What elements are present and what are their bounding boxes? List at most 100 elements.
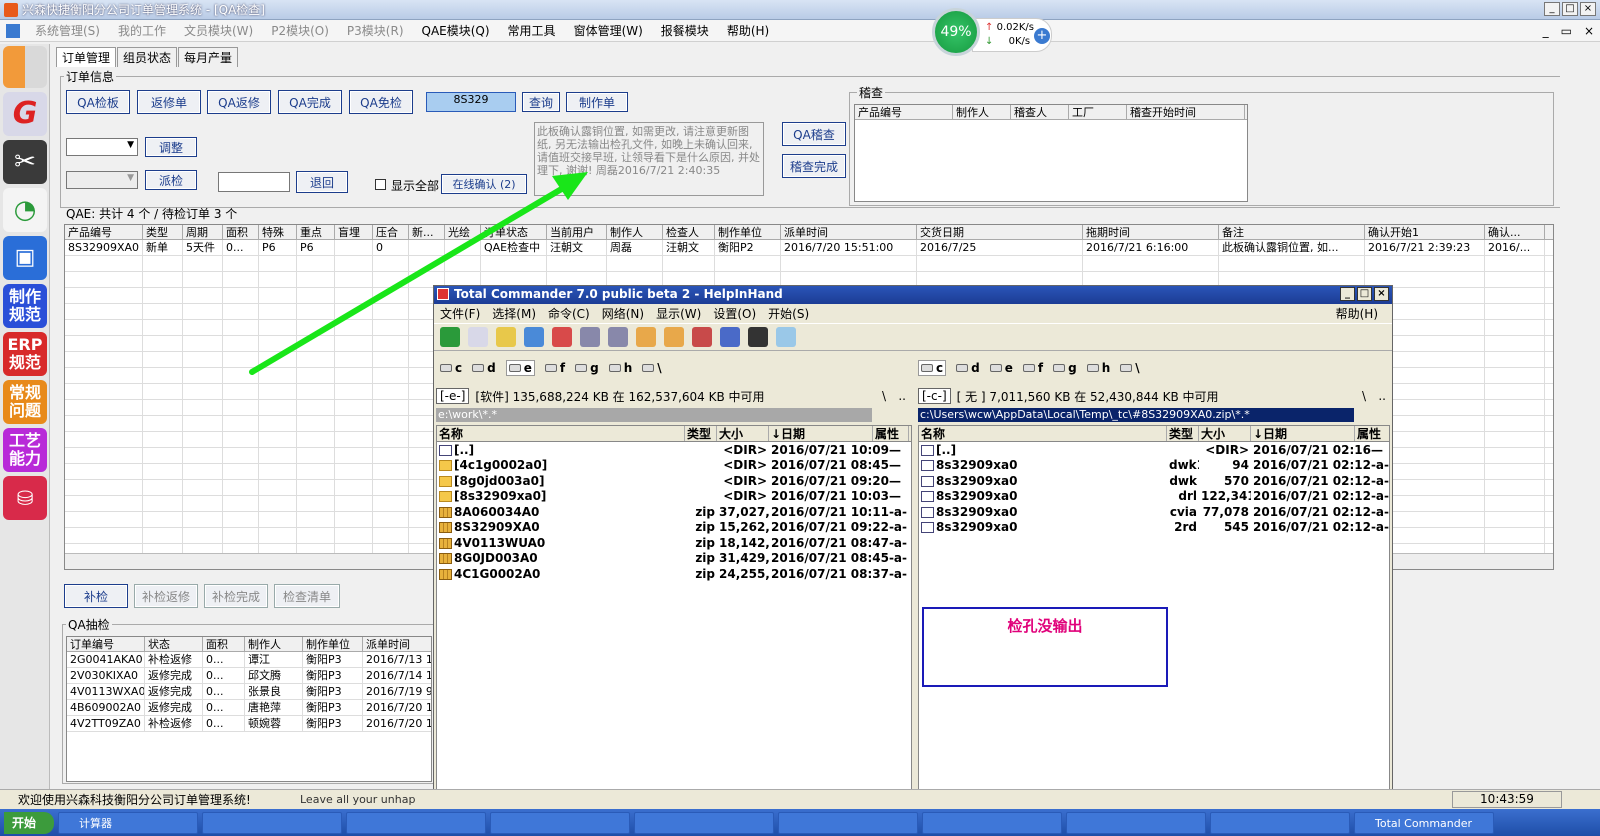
tc-menu-item-3[interactable]: 网络(N) (602, 305, 644, 322)
forward-icon[interactable] (608, 327, 628, 347)
taskbar-item-2[interactable] (346, 811, 486, 834)
drive-button-g[interactable]: g (575, 360, 599, 376)
boost-button[interactable]: + (1034, 28, 1050, 44)
tree-view-icon[interactable] (496, 327, 516, 347)
recheck-return-button[interactable]: 补检返修 (134, 584, 198, 608)
file-row[interactable]: 8G0JD003A0 zip 31,429,2682016/07/21 08:45-… (437, 551, 911, 567)
left-col-1[interactable]: 类型 (685, 426, 717, 441)
pack-icon[interactable] (636, 327, 656, 347)
back-icon[interactable] (580, 327, 600, 347)
order-number-input[interactable]: 8S329 (426, 92, 516, 112)
tc-menu-help[interactable]: 帮助(H) (1336, 305, 1378, 322)
select-icon[interactable] (552, 327, 572, 347)
file-row[interactable]: 8S32909XA0 zip 15,262,3562016/07/21 09:22-… (437, 520, 911, 536)
tab-order-management[interactable]: 订单管理 (56, 47, 117, 67)
drive-button-e[interactable]: e (505, 360, 535, 376)
right-col-1[interactable]: 类型 (1167, 426, 1199, 441)
tc-close-button[interactable]: × (1374, 287, 1389, 301)
qa-board-button[interactable]: QA检板 (66, 90, 130, 114)
recheck-done-button[interactable]: 补检完成 (204, 584, 268, 608)
menu-item-9[interactable]: 帮助(H) (718, 22, 778, 39)
drive-button-c[interactable]: c (918, 360, 947, 376)
mdi-restore-button[interactable]: ▭ (1561, 24, 1572, 38)
select-dropdown-1[interactable]: ▼ (66, 138, 138, 156)
ftp-icon[interactable] (692, 327, 712, 347)
qa-exempt-button[interactable]: QA免检 (349, 90, 413, 114)
tc-minimize-button[interactable]: _ (1340, 287, 1355, 301)
tools-icon[interactable]: ✂ (3, 140, 47, 184)
menu-item-8[interactable]: 报餐模块 (652, 22, 718, 39)
right-col-2[interactable]: 大小 (1199, 426, 1251, 441)
tc-menu-item-5[interactable]: 设置(O) (713, 305, 756, 322)
brief-view-icon[interactable] (468, 327, 488, 347)
menu-item-7[interactable]: 窗体管理(W) (565, 22, 652, 39)
taskbar-item-5[interactable] (778, 811, 918, 834)
taskbar-item-9[interactable]: Total Commander (1354, 811, 1494, 834)
taskbar-item-6[interactable] (922, 811, 1062, 834)
menu-item-6[interactable]: 常用工具 (499, 22, 565, 39)
drive-button-d[interactable]: d (472, 360, 496, 376)
menu-item-5[interactable]: QAE模块(Q) (413, 22, 499, 39)
table-row[interactable]: 4V2TT09ZA0 补检返修 0... 顿婉蓉 衡阳P3 2016/7/20 1 (67, 716, 431, 732)
save-icon[interactable]: ▣ (3, 236, 47, 280)
table-row[interactable]: 2V030KIXA0 返修完成 0... 邱文腾 衡阳P3 2016/7/14 1 (67, 668, 431, 684)
tab-member-status[interactable]: 组员状态 (117, 47, 178, 67)
sidebar-item-erp[interactable]: ERP规范 (3, 332, 47, 376)
qa-return-button[interactable]: QA返修 (207, 90, 271, 114)
drive-button-f[interactable]: f (544, 360, 565, 376)
drive-button-e[interactable]: e (989, 360, 1013, 376)
tc-menu-item-0[interactable]: 文件(F) (440, 305, 480, 322)
left-root-button[interactable]: \ (882, 389, 886, 403)
return-repair-button[interactable]: 返修单 (137, 90, 201, 114)
right-parent-button[interactable]: .. (1378, 389, 1386, 403)
sidebar-toggle-icon[interactable] (3, 46, 47, 88)
table-row[interactable]: 4V0113WXA0 返修完成 0... 张景良 衡阳P3 2016/7/19 9 (67, 684, 431, 700)
taskbar-item-4[interactable] (634, 811, 774, 834)
file-row[interactable]: 8s32909xa0 dwk 570 2016/07/21 02:12-a- (919, 473, 1389, 489)
qa-sample-grid[interactable]: 订单编号 状态 面积 制作人 制作单位 派单时间 2G0041AKA0 补检返修 0... 谭江… (66, 636, 432, 782)
tc-maximize-button[interactable]: □ (1357, 287, 1372, 301)
file-row[interactable]: [4c1g0002a0] <DIR> 2016/07/21 08:45— (437, 458, 911, 474)
notepad-icon[interactable] (776, 327, 796, 347)
drive-button-g[interactable]: g (1053, 360, 1077, 376)
qa-done-button[interactable]: QA完成 (278, 90, 342, 114)
start-button[interactable]: 开始 (4, 811, 54, 834)
query-button[interactable]: 查询 (522, 92, 560, 112)
close-button[interactable]: × (1580, 2, 1596, 16)
sidebar-item-spec[interactable]: 制作规范 (3, 284, 47, 328)
menu-item-4[interactable]: P3模块(R) (338, 22, 413, 39)
left-col-3[interactable]: ↓日期 (769, 426, 873, 441)
left-parent-button[interactable]: .. (898, 389, 906, 403)
mdi-close-button[interactable]: × (1584, 24, 1594, 38)
left-col-2[interactable]: 大小 (717, 426, 769, 441)
right-col-0[interactable]: 名称 (919, 426, 1167, 441)
left-col-4[interactable]: 属性 (873, 426, 909, 441)
drive-button-c[interactable]: c (440, 360, 462, 376)
drive-button-root[interactable]: \ (1120, 360, 1140, 376)
binoculars-icon[interactable] (748, 327, 768, 347)
right-col-3[interactable]: ↓日期 (1251, 426, 1355, 441)
menu-item-1[interactable]: 我的工作 (109, 22, 175, 39)
sidebar-item-capability[interactable]: 工艺能力 (3, 428, 47, 472)
file-row[interactable]: [8s32909xa0] <DIR> 2016/07/21 10:03— (437, 489, 911, 505)
tc-menu-item-6[interactable]: 开始(S) (768, 305, 809, 322)
drive-button-h[interactable]: h (608, 360, 632, 376)
left-file-pane[interactable]: 名称 类型 大小 ↓日期 属性 [..] <DIR> 2016/07/21 10:09— [4… (436, 425, 912, 808)
tc-menu-item-1[interactable]: 选择(M) (492, 305, 536, 322)
file-row[interactable]: 8s32909xa0 2rd 545 2016/07/21 02:12-a- (919, 520, 1389, 536)
tc-menu-item-2[interactable]: 命令(C) (548, 305, 590, 322)
network-widget[interactable]: ↑ 0.02K/s ↓ 0K/s 49% + (932, 8, 1058, 58)
file-row[interactable]: 8A060034A0 zip 37,027,7952016/07/21 10:11-… (437, 504, 911, 520)
file-row[interactable]: 8s32909xa0 dwk1 94 2016/07/21 02:12-a- (919, 458, 1389, 474)
make-order-button[interactable]: 制作单 (566, 92, 628, 112)
right-root-button[interactable]: \ (1362, 389, 1366, 403)
dispatch-button[interactable]: 派检 (145, 170, 197, 190)
taskbar-item-1[interactable] (202, 811, 342, 834)
taskbar-item-0[interactable]: 计算器 (58, 811, 198, 834)
audit-done-button[interactable]: 稽查完成 (782, 154, 846, 178)
file-row[interactable]: 4C1G0002A0 zip 24,255,1732016/07/21 08:37-… (437, 566, 911, 582)
file-row[interactable]: [8g0jd003a0] <DIR> 2016/07/21 09:20— (437, 473, 911, 489)
menu-item-3[interactable]: P2模块(O) (262, 22, 338, 39)
left-drive-select[interactable]: [-e-] (436, 388, 470, 404)
tab-monthly-output[interactable]: 每月产量 (178, 47, 239, 67)
